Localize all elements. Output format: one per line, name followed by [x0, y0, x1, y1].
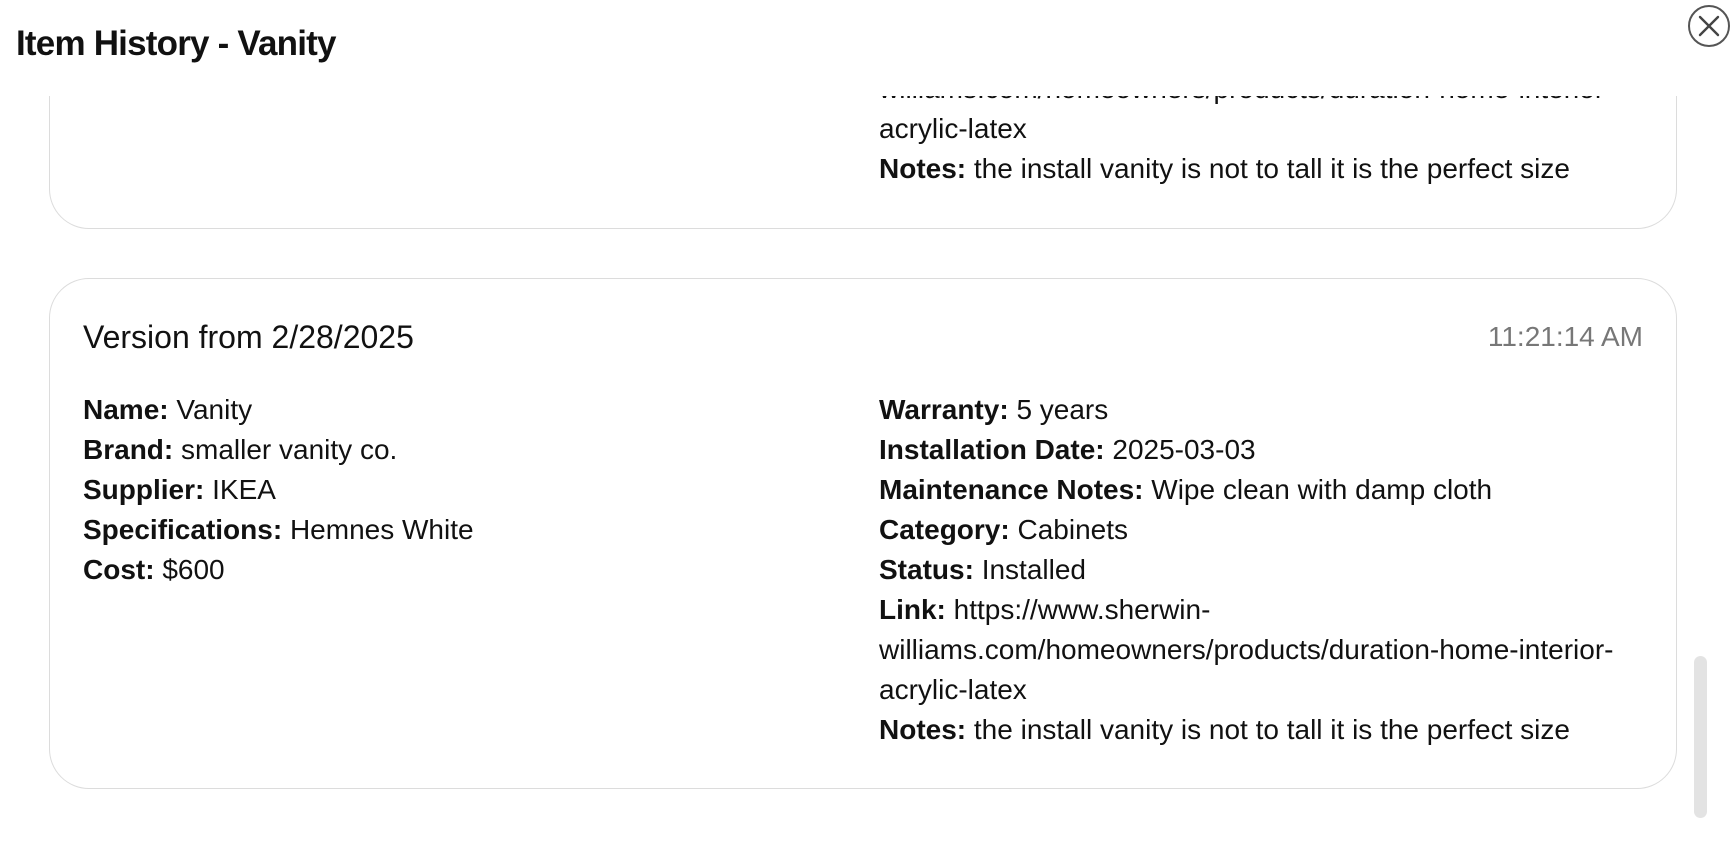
- close-button[interactable]: [1688, 5, 1730, 47]
- category-label: Category:: [879, 514, 1010, 545]
- notes-field: Notes: the install vanity is not to tall…: [879, 710, 1639, 750]
- modal-title: Item History - Vanity: [16, 24, 336, 63]
- brand-field: Brand: smaller vanity co.: [83, 430, 843, 470]
- warranty-field: Warranty: 5 years: [879, 390, 1639, 430]
- installation-date-value: 2025-03-03: [1112, 434, 1256, 465]
- supplier-label: Supplier:: [83, 474, 205, 505]
- status-label: Status:: [879, 554, 974, 585]
- brand-value: smaller vanity co.: [181, 434, 398, 465]
- notes-value: the install vanity is not to tall it is …: [973, 714, 1570, 745]
- warranty-label: Warranty:: [879, 394, 1009, 425]
- warranty-value: 5 years: [1016, 394, 1109, 425]
- name-value: Vanity: [176, 394, 253, 425]
- history-scroll-area[interactable]: williams.com/homeowners/products/duratio…: [0, 96, 1700, 848]
- link-field-continued: williams.com/homeowners/products/duratio…: [879, 96, 1639, 149]
- installation-date-field: Installation Date: 2025-03-03: [879, 430, 1639, 470]
- supplier-field: Supplier: IKEA: [83, 470, 843, 510]
- category-value: Cabinets: [1017, 514, 1128, 545]
- scrollbar-thumb[interactable]: [1694, 656, 1707, 818]
- link-value: https://www.sherwin-williams.com/homeown…: [879, 594, 1614, 705]
- version-details-left: Name: Vanity Brand: smaller vanity co. S…: [83, 390, 843, 590]
- brand-label: Brand:: [83, 434, 174, 465]
- version-card: Version from 2/28/2025 11:21:14 AM Name:…: [49, 278, 1677, 789]
- status-value: Installed: [981, 554, 1086, 585]
- status-field: Status: Installed: [879, 550, 1639, 590]
- maintenance-notes-field: Maintenance Notes: Wipe clean with damp …: [879, 470, 1639, 510]
- version-card: williams.com/homeowners/products/duratio…: [49, 96, 1677, 229]
- name-label: Name:: [83, 394, 169, 425]
- cost-value: $600: [162, 554, 225, 585]
- cost-field: Cost: $600: [83, 550, 843, 590]
- specifications-field: Specifications: Hemnes White: [83, 510, 843, 550]
- link-label: Link:: [879, 594, 946, 625]
- version-details-right: Warranty: 5 years Installation Date: 202…: [879, 390, 1639, 750]
- notes-label: Notes:: [879, 153, 967, 184]
- close-icon: [1698, 15, 1720, 37]
- category-field: Category: Cabinets: [879, 510, 1639, 550]
- supplier-value: IKEA: [212, 474, 276, 505]
- specifications-label: Specifications:: [83, 514, 283, 545]
- notes-label: Notes:: [879, 714, 967, 745]
- version-details-right: williams.com/homeowners/products/duratio…: [879, 96, 1639, 189]
- specifications-value: Hemnes White: [289, 514, 474, 545]
- version-time: 11:21:14 AM: [1487, 321, 1643, 352]
- maintenance-notes-label: Maintenance Notes:: [879, 474, 1144, 505]
- version-card-header: Version from 2/28/2025 11:21:14 AM: [83, 315, 1643, 359]
- version-title: Version from 2/28/2025: [83, 319, 414, 355]
- name-field: Name: Vanity: [83, 390, 843, 430]
- notes-value: the install vanity is not to tall it is …: [973, 153, 1570, 184]
- notes-field: Notes: the install vanity is not to tall…: [879, 149, 1639, 189]
- installation-date-label: Installation Date:: [879, 434, 1105, 465]
- maintenance-notes-value: Wipe clean with damp cloth: [1151, 474, 1493, 505]
- cost-label: Cost:: [83, 554, 155, 585]
- link-field: Link: https://www.sherwin-williams.com/h…: [879, 590, 1639, 710]
- link-value: williams.com/homeowners/products/duratio…: [879, 96, 1614, 144]
